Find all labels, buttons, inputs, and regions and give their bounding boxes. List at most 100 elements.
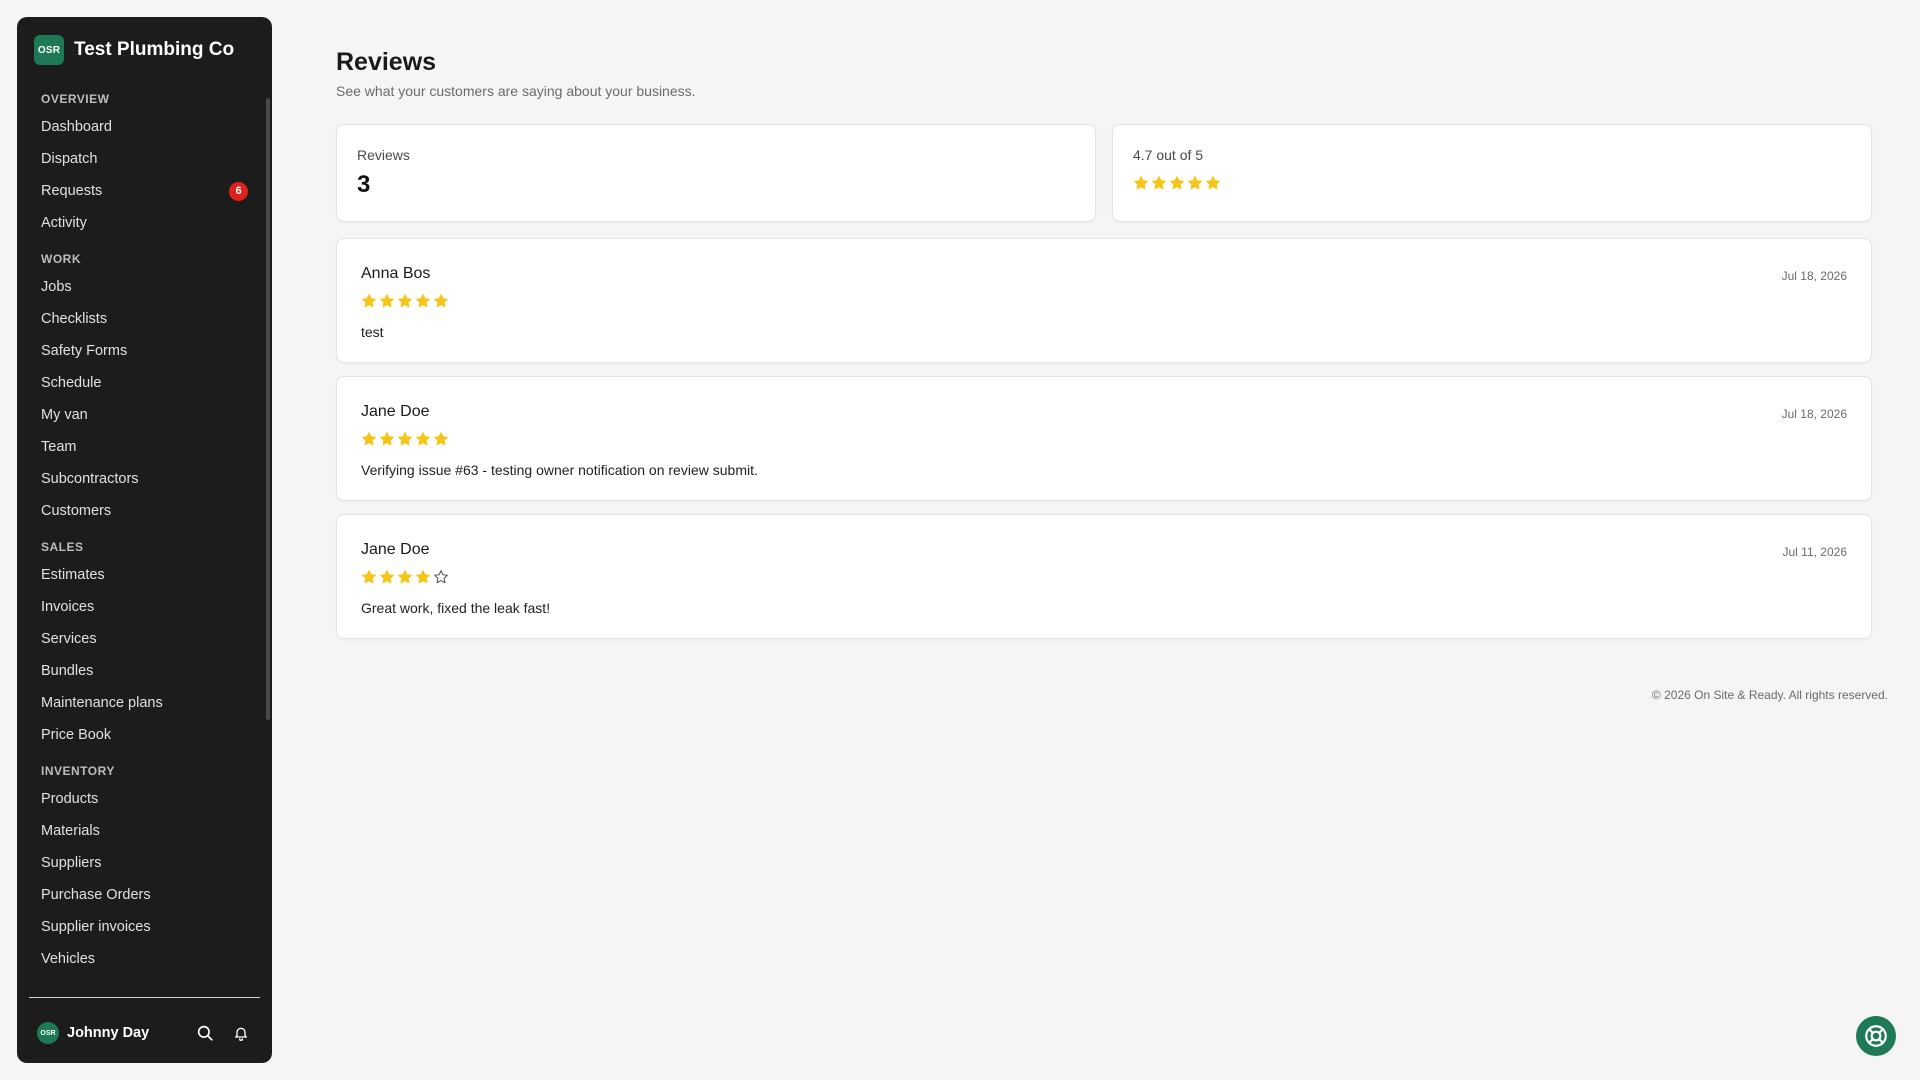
sidebar-item-materials[interactable]: Materials: [17, 815, 272, 847]
star-empty-icon: [433, 569, 449, 590]
sidebar-item-label: Invoices: [41, 599, 95, 615]
sidebar-item-label: Team: [41, 439, 77, 455]
main-content: Reviews See what your customers are sayi…: [336, 48, 1888, 702]
sidebar-item-label: Estimates: [41, 567, 105, 583]
star-filled-icon: [361, 431, 377, 452]
sidebar-item-bundles[interactable]: Bundles: [17, 655, 272, 687]
sidebar-item-invoices[interactable]: Invoices: [17, 591, 272, 623]
sidebar-item-price-book[interactable]: Price Book: [17, 719, 272, 751]
review-card: Jane Doe Great work, fixed the leak fast!…: [336, 514, 1872, 639]
avatar[interactable]: OSR: [37, 1022, 59, 1044]
sidebar-item-label: Maintenance plans: [41, 695, 163, 711]
search-icon[interactable]: [194, 1022, 216, 1044]
sidebar-item-products[interactable]: Products: [17, 783, 272, 815]
sidebar-item-label: Materials: [41, 823, 100, 839]
nav-section-title: WORK: [41, 252, 81, 266]
sidebar-item-safety-forms[interactable]: Safety Forms: [17, 335, 272, 367]
star-filled-icon: [361, 569, 377, 590]
review-count-value: 3: [357, 171, 371, 198]
sidebar-item-maintenance-plans[interactable]: Maintenance plans: [17, 687, 272, 719]
sidebar-item-label: Safety Forms: [41, 343, 128, 359]
star-filled-icon: [1169, 175, 1185, 196]
star-filled-icon: [379, 569, 395, 590]
sidebar-item-label: Suppliers: [41, 855, 102, 871]
sidebar-item-label: Schedule: [41, 375, 102, 391]
star-filled-icon: [397, 293, 413, 314]
review-text: test: [361, 324, 384, 340]
requests-count-badge: 6: [229, 182, 248, 201]
sidebar-item-team[interactable]: Team: [17, 431, 272, 463]
sidebar-item-vehicles[interactable]: Vehicles: [17, 943, 272, 975]
sidebar-item-estimates[interactable]: Estimates: [17, 559, 272, 591]
page-title: Reviews: [336, 48, 437, 76]
brand-name: Test Plumbing Co: [74, 39, 235, 60]
star-filled-icon: [379, 431, 395, 452]
star-filled-icon: [379, 293, 395, 314]
sidebar-item-my-van[interactable]: My van: [17, 399, 272, 431]
star-filled-icon: [1151, 175, 1167, 196]
sidebar-item-jobs[interactable]: Jobs: [17, 271, 272, 303]
sidebar: OSR Test Plumbing Co OVERVIEW Dashboard Di…: [17, 17, 272, 1063]
star-filled-icon: [1133, 175, 1149, 196]
sidebar-item-dispatch[interactable]: Dispatch: [17, 143, 272, 175]
bell-icon[interactable]: [230, 1022, 252, 1044]
review-card: Jane Doe Verifying issue #63 - testing ow…: [336, 376, 1872, 501]
review-author: Jane Doe: [361, 403, 430, 420]
sidebar-item-subcontractors[interactable]: Subcontractors: [17, 463, 272, 495]
user-name[interactable]: Johnny Day: [67, 1025, 180, 1041]
sidebar-item-activity[interactable]: Activity: [17, 207, 272, 239]
brand[interactable]: OSR Test Plumbing Co: [34, 35, 234, 65]
sidebar-item-label: Supplier invoices: [41, 919, 151, 935]
sidebar-item-customers[interactable]: Customers: [17, 495, 272, 527]
sidebar-item-label: Checklists: [41, 311, 108, 327]
average-rating-stars: [1133, 175, 1851, 196]
sidebar-scrollbar[interactable]: [266, 98, 270, 720]
sidebar-item-schedule[interactable]: Schedule: [17, 367, 272, 399]
stats-row: Reviews 3 4.7 out of 5: [336, 124, 1872, 222]
star-filled-icon: [397, 431, 413, 452]
lifebuoy-icon: [1865, 1025, 1887, 1047]
star-filled-icon: [415, 293, 431, 314]
review-author: Jane Doe: [361, 541, 430, 558]
star-filled-icon: [1187, 175, 1203, 196]
star-filled-icon: [361, 293, 377, 314]
sidebar-item-label: Products: [41, 791, 99, 807]
review-count-card: Reviews 3: [336, 124, 1096, 222]
sidebar-item-checklists[interactable]: Checklists: [17, 303, 272, 335]
page-subtitle: See what your customers are saying about…: [336, 83, 696, 99]
sidebar-item-label: Vehicles: [41, 951, 96, 967]
star-filled-icon: [415, 569, 431, 590]
review-rating-stars: [361, 293, 1847, 314]
star-filled-icon: [433, 431, 449, 452]
review-list: Anna Bos test Jul 18, 2026 Jane Doe Verifyin…: [336, 238, 1872, 652]
sidebar-item-label: Services: [41, 631, 97, 647]
sidebar-item-purchase-orders[interactable]: Purchase Orders: [17, 879, 272, 911]
review-author: Anna Bos: [361, 265, 431, 282]
sidebar-item-label: Bundles: [41, 663, 94, 679]
sidebar-nav: OVERVIEW Dashboard Dispatch Requests 6 Activi…: [17, 87, 272, 1007]
sidebar-item-services[interactable]: Services: [17, 623, 272, 655]
review-date: Jul 11, 2026: [1782, 545, 1848, 559]
average-rating-card: 4.7 out of 5: [1112, 124, 1872, 222]
star-filled-icon: [433, 293, 449, 314]
average-rating-label: 4.7 out of 5: [1133, 147, 1204, 163]
sidebar-item-supplier-invoices[interactable]: Supplier invoices: [17, 911, 272, 943]
review-text: Great work, fixed the leak fast!: [361, 600, 551, 616]
sidebar-item-label: Dashboard: [41, 119, 112, 135]
sidebar-item-suppliers[interactable]: Suppliers: [17, 847, 272, 879]
sidebar-item-dashboard[interactable]: Dashboard: [17, 111, 272, 143]
sidebar-item-label: My van: [41, 407, 88, 423]
sidebar-item-requests[interactable]: Requests 6: [17, 175, 272, 207]
sidebar-divider: [29, 997, 260, 998]
nav-section-title: OVERVIEW: [41, 92, 110, 106]
help-button[interactable]: [1856, 1016, 1896, 1056]
review-date: Jul 18, 2026: [1781, 407, 1847, 421]
review-date: Jul 18, 2026: [1781, 269, 1847, 283]
review-count-label: Reviews: [357, 147, 410, 163]
review-rating-stars: [361, 431, 1847, 452]
brand-logo: OSR: [34, 35, 64, 65]
sidebar-item-label: Dispatch: [41, 151, 98, 167]
star-filled-icon: [397, 569, 413, 590]
review-rating-stars: [361, 569, 1847, 590]
sidebar-item-label: Requests: [41, 183, 103, 199]
